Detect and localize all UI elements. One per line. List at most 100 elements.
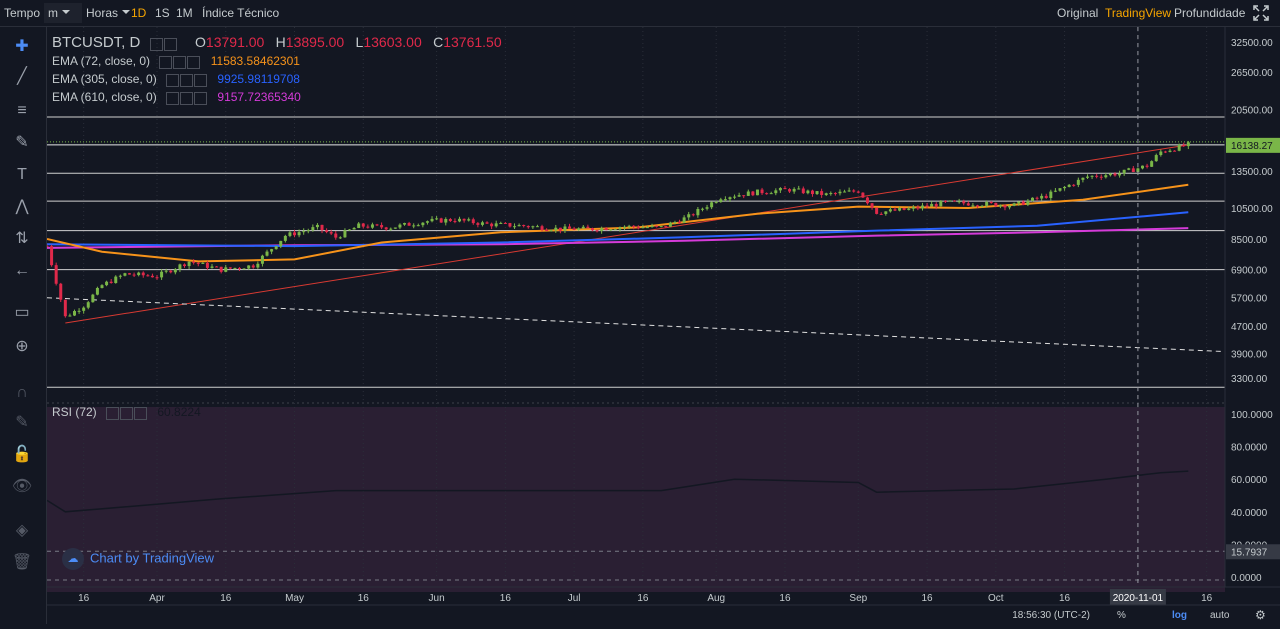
candle[interactable] xyxy=(609,229,613,231)
candle[interactable] xyxy=(320,224,324,231)
candle[interactable] xyxy=(700,208,704,210)
candle[interactable] xyxy=(1035,197,1039,199)
candle[interactable] xyxy=(911,207,915,209)
candle[interactable] xyxy=(146,275,150,277)
candle[interactable] xyxy=(554,227,558,231)
candle[interactable] xyxy=(393,227,397,229)
candle[interactable] xyxy=(384,227,388,230)
candle[interactable] xyxy=(187,261,191,267)
candle[interactable] xyxy=(797,188,801,190)
candle[interactable] xyxy=(118,275,122,277)
trend-line-icon[interactable]: ╱ xyxy=(8,63,36,91)
candle[interactable] xyxy=(627,225,631,227)
candle[interactable] xyxy=(178,264,182,270)
candle[interactable] xyxy=(1131,168,1135,173)
candle[interactable] xyxy=(1040,195,1044,199)
candle[interactable] xyxy=(169,270,173,273)
candle[interactable] xyxy=(476,223,480,225)
candle[interactable] xyxy=(618,227,622,230)
candle[interactable] xyxy=(1003,205,1007,208)
candle[interactable] xyxy=(664,226,668,228)
unit-select[interactable]: m xyxy=(44,3,82,23)
candle[interactable] xyxy=(847,190,851,192)
candle[interactable] xyxy=(270,249,274,252)
ema610-buttons[interactable] xyxy=(166,91,208,105)
candle[interactable] xyxy=(1081,177,1085,180)
candle[interactable] xyxy=(444,218,448,223)
candle[interactable] xyxy=(806,190,810,194)
candle[interactable] xyxy=(824,193,828,195)
candle[interactable] xyxy=(668,222,672,227)
candle[interactable] xyxy=(838,191,842,194)
brush-icon[interactable]: ✎ xyxy=(8,129,36,157)
candle[interactable] xyxy=(228,267,232,269)
candle[interactable] xyxy=(902,208,906,210)
candle[interactable] xyxy=(788,189,792,192)
candle[interactable] xyxy=(361,223,365,227)
candle[interactable] xyxy=(132,274,136,276)
candle[interactable] xyxy=(95,287,99,295)
candle[interactable] xyxy=(137,272,141,276)
candle[interactable] xyxy=(985,202,989,206)
candle[interactable] xyxy=(114,276,118,284)
view-tradingview[interactable]: TradingView xyxy=(1101,3,1175,23)
candle[interactable] xyxy=(650,225,654,228)
candle[interactable] xyxy=(678,222,682,224)
candle[interactable] xyxy=(1118,173,1122,176)
candle[interactable] xyxy=(760,189,764,194)
ruler-icon[interactable]: ▭ xyxy=(8,299,36,327)
candle[interactable] xyxy=(100,285,104,288)
candle[interactable] xyxy=(888,209,892,212)
candle[interactable] xyxy=(293,232,297,236)
candle[interactable] xyxy=(980,205,984,207)
candle[interactable] xyxy=(233,267,237,269)
candle[interactable] xyxy=(274,246,278,250)
candle[interactable] xyxy=(751,191,755,196)
candle[interactable] xyxy=(994,202,998,207)
candle[interactable] xyxy=(315,224,319,228)
candle[interactable] xyxy=(1012,203,1016,206)
candle[interactable] xyxy=(870,203,874,208)
candle[interactable] xyxy=(256,263,260,268)
candle[interactable] xyxy=(82,307,86,311)
candle[interactable] xyxy=(1140,165,1144,169)
candle[interactable] xyxy=(939,200,943,207)
candle[interactable] xyxy=(801,188,805,194)
prediction-icon[interactable]: ⇅ xyxy=(8,225,36,253)
candle[interactable] xyxy=(1026,200,1030,205)
candle[interactable] xyxy=(971,205,975,207)
magnet-icon[interactable]: ∩ xyxy=(8,379,36,407)
candle[interactable] xyxy=(366,226,370,228)
candle[interactable] xyxy=(563,226,567,231)
candle[interactable] xyxy=(723,199,727,201)
candle[interactable] xyxy=(843,191,847,193)
candle[interactable] xyxy=(458,218,462,222)
candle[interactable] xyxy=(1182,144,1186,147)
candle[interactable] xyxy=(719,199,723,203)
candle[interactable] xyxy=(1072,184,1076,186)
candle[interactable] xyxy=(1095,175,1099,177)
candle[interactable] xyxy=(215,266,219,268)
candle[interactable] xyxy=(558,227,562,231)
candle[interactable] xyxy=(1063,186,1067,189)
rsi-buttons[interactable] xyxy=(106,406,148,420)
candle[interactable] xyxy=(1108,173,1112,176)
candle[interactable] xyxy=(348,229,352,231)
candle[interactable] xyxy=(522,225,526,227)
candle[interactable] xyxy=(311,227,315,231)
candle[interactable] xyxy=(907,208,911,210)
candle[interactable] xyxy=(792,188,796,192)
candle[interactable] xyxy=(59,283,63,300)
candle[interactable] xyxy=(966,203,970,206)
candle[interactable] xyxy=(513,226,517,228)
candle[interactable] xyxy=(920,205,924,209)
candle[interactable] xyxy=(893,209,897,211)
candle[interactable] xyxy=(572,228,576,230)
candle[interactable] xyxy=(1177,144,1181,151)
rsi-label[interactable]: RSI (72) xyxy=(52,405,97,419)
lock-icon[interactable]: 🔓 xyxy=(8,441,36,469)
candle[interactable] xyxy=(934,204,938,207)
candle[interactable] xyxy=(998,205,1002,207)
candle[interactable] xyxy=(224,267,228,272)
candle[interactable] xyxy=(623,226,627,228)
